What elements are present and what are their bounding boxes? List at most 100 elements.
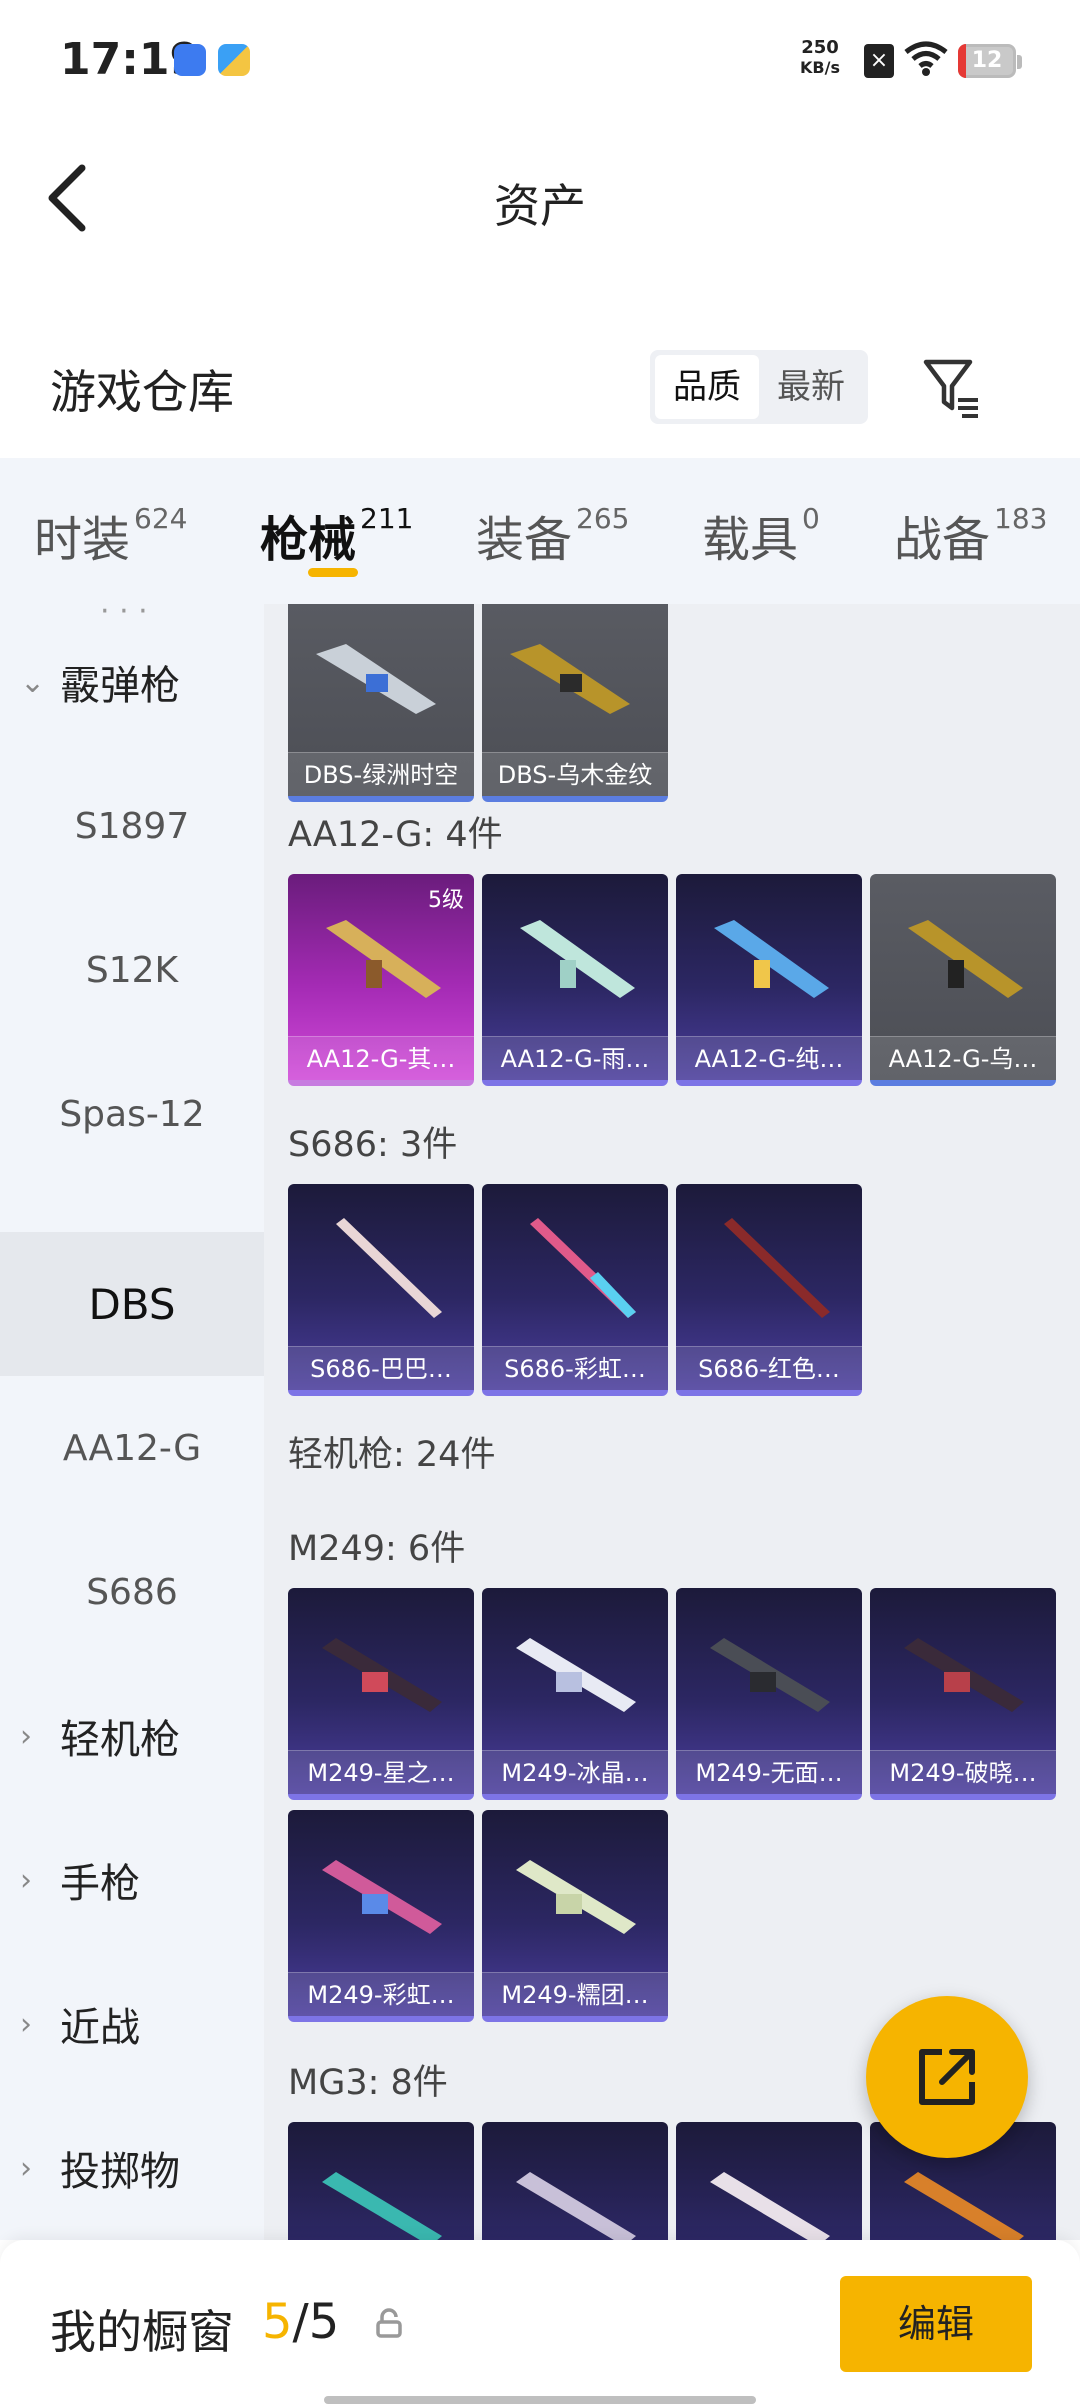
section-title-mg3: MG3: 8件 — [288, 2063, 448, 2103]
edit-button[interactable]: 编辑 — [840, 2276, 1032, 2372]
item-card[interactable]: AA12-G-纯… — [676, 874, 862, 1086]
chevron-right-icon: › — [20, 2150, 32, 2186]
share-icon — [919, 2049, 975, 2105]
warehouse-title: 游戏仓库 — [50, 365, 234, 419]
tab-weapons[interactable]: 枪械 211 — [260, 500, 413, 570]
chevron-down-icon: ⌄ — [20, 664, 46, 700]
chevron-right-icon: › — [20, 2006, 32, 2042]
battery-icon: 12 — [958, 44, 1022, 78]
item-card[interactable]: S686-红色… — [676, 1184, 862, 1396]
wifi-icon — [904, 41, 948, 76]
item-name: M249-冰晶… — [482, 1750, 668, 1794]
item-card[interactable]: DBS-绿洲时空 — [288, 604, 474, 802]
weapon-image — [714, 920, 829, 998]
item-card[interactable]: M249-无面… — [676, 1588, 862, 1800]
weapon-image — [326, 920, 441, 998]
sidebar-item-s686[interactable]: S686 — [0, 1520, 264, 1664]
sort-toggle: 品质 最新 — [650, 350, 868, 424]
sidebar-item-aa12g[interactable]: AA12-G — [0, 1376, 264, 1520]
item-card[interactable] — [482, 2122, 668, 2240]
lock-icon — [376, 2308, 402, 2338]
sidebar-item-dbs[interactable]: DBS — [0, 1232, 264, 1376]
item-name: AA12-G-其… — [288, 1036, 474, 1080]
section-title-m249: M249: 6件 — [288, 1529, 466, 1569]
weapon-image — [316, 644, 436, 714]
item-name: DBS-绿洲时空 — [288, 752, 474, 796]
weapon-image — [516, 1638, 636, 1712]
item-card[interactable]: M249-冰晶… — [482, 1588, 668, 1800]
chevron-right-icon: › — [20, 1718, 32, 1754]
showcase-count: 5/5 — [262, 2294, 340, 2350]
tab-vehicles[interactable]: 载具 0 — [702, 500, 820, 570]
weapon-image — [510, 644, 630, 714]
sidebar-item-shotgun[interactable]: ⌄ 霰弹枪 — [0, 610, 264, 754]
section-title-s686: S686: 3件 — [288, 1125, 458, 1165]
chevron-right-icon: › — [20, 1862, 32, 1898]
item-name: AA12-G-纯… — [676, 1036, 862, 1080]
item-card[interactable] — [676, 2122, 862, 2240]
item-name: AA12-G-乌… — [870, 1036, 1056, 1080]
section-title-aa12g: AA12-G: 4件 — [288, 815, 503, 855]
sidebar-item-lmg[interactable]: › 轻机枪 — [0, 1664, 264, 1808]
item-card[interactable]: M249-破晓… — [870, 1588, 1056, 1800]
sidebar-item-s12k[interactable]: S12K — [0, 898, 264, 1042]
item-card[interactable]: 5级 AA12-G-其… — [288, 874, 474, 1086]
weapon-image — [530, 1218, 636, 1318]
item-name: S686-彩虹… — [482, 1346, 668, 1390]
item-card[interactable]: AA12-G-乌… — [870, 874, 1056, 1086]
sidebar-item-throwable[interactable]: › 投掷物 — [0, 2096, 264, 2240]
item-card[interactable]: M249-星之… — [288, 1588, 474, 1800]
item-card[interactable]: DBS-乌木金纹 — [482, 604, 668, 802]
sidebar-item-s1897[interactable]: S1897 — [0, 754, 264, 898]
weapon-image — [904, 1638, 1024, 1712]
item-name: M249-破晓… — [870, 1750, 1056, 1794]
weapon-image — [322, 2172, 442, 2240]
sort-by-quality[interactable]: 品质 — [655, 355, 759, 419]
item-name: S686-红色… — [676, 1346, 862, 1390]
tab-equipment[interactable]: 装备 265 — [476, 500, 629, 570]
item-name: AA12-G-雨… — [482, 1036, 668, 1080]
no-sim-icon: × — [864, 44, 894, 78]
sort-by-newest[interactable]: 最新 — [759, 355, 863, 419]
weapon-image — [322, 1638, 442, 1712]
weapon-image — [520, 920, 635, 998]
weapon-image — [322, 1860, 442, 1934]
item-name: M249-糯团… — [482, 1972, 668, 2016]
home-indicator[interactable] — [324, 2396, 756, 2404]
item-card[interactable]: AA12-G-雨… — [482, 874, 668, 1086]
weapon-image — [516, 1860, 636, 1934]
sidebar-item-spas12[interactable]: Spas-12 — [0, 1042, 264, 1186]
item-card[interactable]: S686-彩虹… — [482, 1184, 668, 1396]
share-fab[interactable] — [866, 1996, 1028, 2158]
tab-supplies[interactable]: 战备 183 — [894, 500, 1047, 570]
showcase-label: 我的橱窗 — [50, 2305, 234, 2359]
sidebar-item-pistol[interactable]: › 手枪 — [0, 1808, 264, 1952]
filter-icon[interactable] — [920, 356, 984, 420]
item-card[interactable]: S686-巴巴… — [288, 1184, 474, 1396]
weapon-image — [710, 2172, 830, 2240]
item-name: S686-巴巴… — [288, 1346, 474, 1390]
item-name: M249-无面… — [676, 1750, 862, 1794]
weapon-image — [710, 1638, 830, 1712]
item-name: M249-彩虹… — [288, 1972, 474, 2016]
sidebar-item-melee[interactable]: › 近战 — [0, 1952, 264, 2096]
weapon-image — [516, 2172, 636, 2240]
weapon-image — [336, 1218, 442, 1318]
status-bar: 17:19 250 KB/s × 12 — [0, 0, 1080, 120]
notification-app-icon-2 — [218, 44, 250, 76]
item-card[interactable]: M249-彩虹… — [288, 1810, 474, 2022]
item-card[interactable]: M249-糯团… — [482, 1810, 668, 2022]
weapon-image — [724, 1218, 830, 1318]
item-name: M249-星之… — [288, 1750, 474, 1794]
page-title: 资产 — [494, 179, 586, 233]
notification-app-icon — [174, 44, 206, 76]
sidebar: · · · ⌄ 霰弹枪 S1897 S12K Spas-12 DBS AA12-… — [0, 604, 264, 2240]
item-name: DBS-乌木金纹 — [482, 752, 668, 796]
active-tab-indicator — [308, 568, 358, 577]
weapon-image — [904, 2172, 1024, 2240]
item-grid: DBS-绿洲时空 DBS-乌木金纹 AA12-G: 4件 5级 AA12-G-其… — [264, 604, 1080, 2240]
item-card[interactable] — [288, 2122, 474, 2240]
weapon-image — [908, 920, 1023, 998]
tab-fashion[interactable]: 时装 624 — [34, 500, 187, 570]
network-speed: 250 KB/s — [800, 37, 840, 78]
